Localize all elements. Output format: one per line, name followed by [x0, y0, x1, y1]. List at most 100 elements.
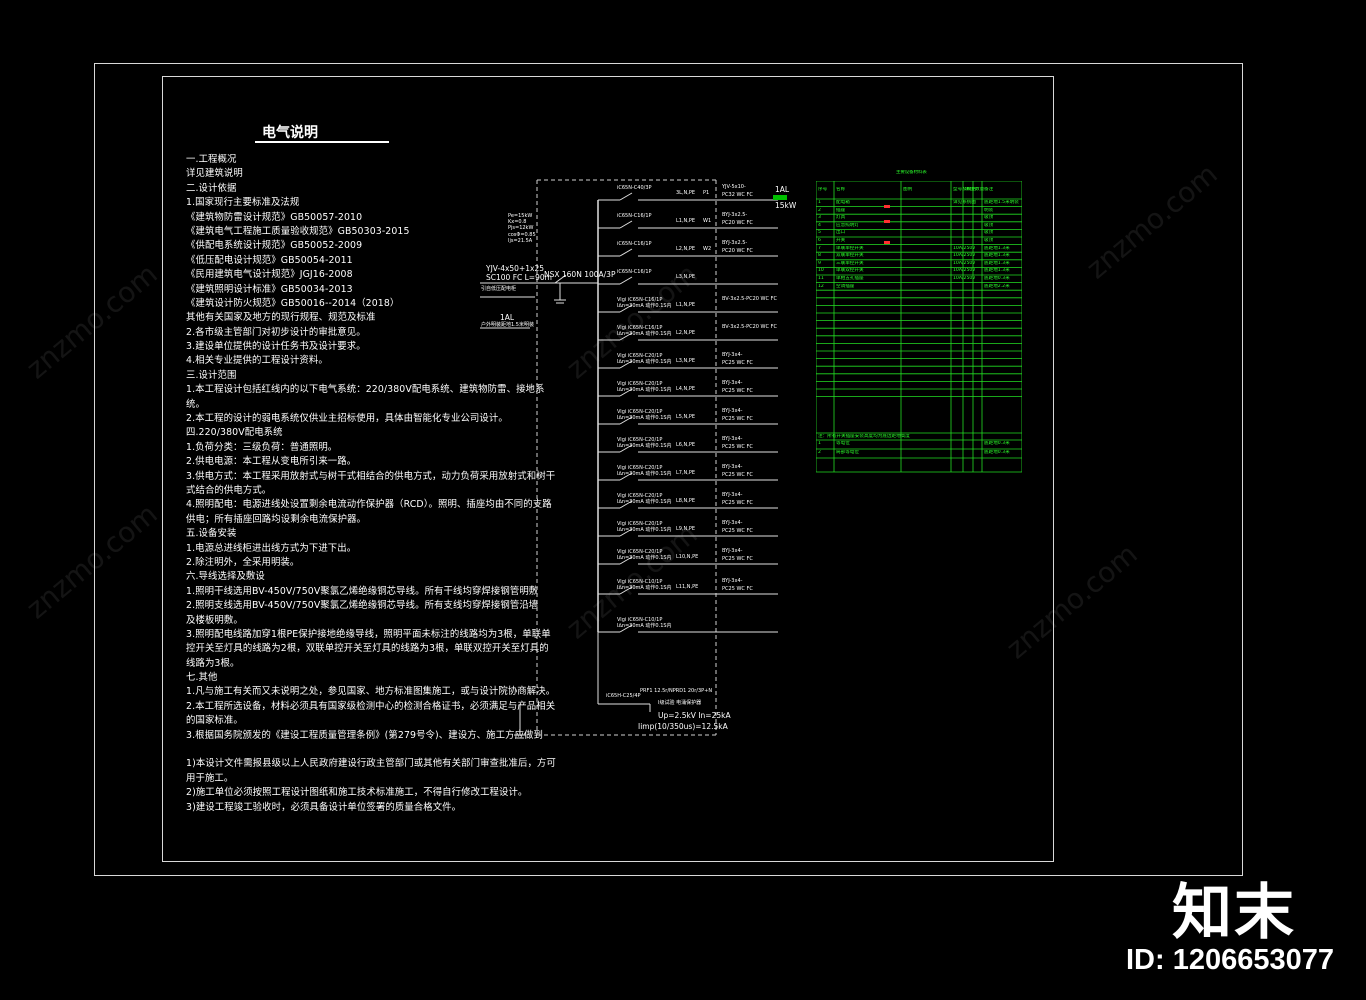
branch-cable-label: BYJ-3x4- — [722, 436, 743, 442]
outgoing-power-label: 15kW — [775, 201, 797, 210]
branch-phase-label: 3L,N,PE — [676, 190, 696, 196]
table-cell: 1 — [818, 200, 821, 205]
table-cell: 底距地2.2米 — [984, 283, 1010, 289]
table-header-cell: 序号 — [818, 187, 828, 192]
branch-phase-label: L8,N,PE — [676, 498, 696, 504]
brand-id: ID: 1206653077 — [1126, 944, 1334, 976]
outgoing-panel-label: 1AL — [775, 185, 790, 194]
table-header-cell: 图例 — [903, 187, 913, 192]
branch-circuit-label: W1 — [703, 218, 712, 224]
incoming-source-label: 引自低压配电柜 — [481, 286, 517, 292]
branch-cable-label: BV-3x2.5-PC20 WC FC — [722, 324, 777, 330]
table-footer-cell: 底距地0.3米 — [984, 450, 1010, 455]
branch-phase-label: L9,N,PE — [676, 526, 696, 532]
panel-note-label: 户外明装距地1.5米明装 — [481, 322, 534, 328]
table-cell: 出口 — [836, 230, 846, 236]
table-footer-cell: 等电位 — [836, 441, 850, 446]
branch-cable-label: BYJ-3x4- — [722, 352, 743, 358]
branch-breaker-label: iC65N-C16/1P — [617, 269, 652, 275]
incoming-conduit-label: SC100 FC L=90m — [486, 273, 552, 282]
branch-rcd-label: I∆n=30mA 动作0.1S内 — [617, 555, 672, 561]
branch-rcd-label: I∆n=30mA 动作0.1S内 — [617, 443, 672, 449]
table-cell: 灯具 — [836, 215, 846, 221]
branch-phase-label: L2,N,PE — [676, 330, 696, 336]
table-cell: 空调插座 — [836, 283, 855, 289]
table-cell: 底距地1.3米 — [984, 253, 1010, 259]
table-cell: 底距地1.3米 — [984, 268, 1010, 274]
branch-phase-label: L10,N,PE — [676, 554, 699, 560]
table-cell: 底距地1.3米 — [984, 260, 1010, 266]
table-cell: 6 — [818, 238, 821, 243]
table-cell: 配电箱 — [836, 200, 850, 205]
table-cell: 7 — [818, 245, 821, 251]
branch-phase-label: L5,N,PE — [676, 414, 696, 420]
table-cell: 底距地1.3米 — [984, 245, 1010, 251]
table-cell: 应急照明灯 — [836, 222, 859, 228]
table-footer-note: 注：所有开关插座安装高度均为底边距地高度 — [818, 434, 910, 439]
table-footer-cell: 1 — [818, 441, 821, 446]
branch-breaker-label: iC65N-C16/1P — [617, 213, 652, 219]
table-cell: 10A/250V — [953, 276, 976, 281]
table-cell: 10A/250V — [953, 245, 976, 251]
branch-phase-label: L3,N,PE — [676, 358, 696, 364]
table-cell: 吸顶 — [984, 222, 994, 228]
branch-cable-label: BYJ-3x4- — [722, 578, 743, 584]
branch-cable-label: BYJ-3x4- — [722, 492, 743, 498]
load-parameter: Kx=0.8 — [508, 219, 527, 226]
table-cell: 10A/250V — [953, 253, 976, 259]
spd-iimp-label: Iimp(10/350us)=12.5kA — [638, 722, 728, 731]
table-cell: 12 — [818, 283, 824, 289]
table-header-cell: 备注 — [984, 187, 994, 192]
spd-note-label: I级试验 电涌保护器 — [658, 700, 702, 706]
branch-phase-label: L6,N,PE — [676, 442, 696, 448]
branch-phase-label: L3,N,PE — [676, 274, 696, 280]
table-cell: 3 — [818, 215, 821, 221]
branch-phase-label: L7,N,PE — [676, 470, 696, 476]
branch-cable-label: BYJ-3x4- — [722, 520, 743, 526]
branch-rcd-label: I∆n=30mA 动作0.1S内 — [617, 331, 672, 337]
branch-rcd-label: I∆n=30mA 动作0.1S内 — [617, 415, 672, 421]
branch-conduit-label: PC25 WC FC — [722, 500, 753, 506]
branch-rcd-label: I∆n=30mA 动作0.1S内 — [617, 471, 672, 477]
table-cell: 8 — [818, 253, 821, 259]
table-header-cell: 数量 — [975, 187, 985, 192]
branch-cable-label: BYJ-3x4- — [722, 548, 743, 554]
table-cell: 插座 — [836, 207, 846, 213]
branch-conduit-label: PC20 WC FC — [722, 248, 753, 254]
equipment-table-title: 主要设备材料表 — [896, 170, 927, 175]
branch-rcd-label: I∆n=30mA 动作0.1S内 — [617, 359, 672, 365]
branch-rcd-label: I∆n=30mA 动作0.1S内 — [617, 387, 672, 393]
branch-rcd-label: I∆n=30mA 动作0.1S内 — [617, 585, 672, 591]
table-cell: 单联双控开关 — [836, 268, 864, 274]
panel-name-label: 1AL — [500, 313, 515, 322]
legend-symbol-icon — [884, 241, 890, 244]
table-header-cell: 单位 — [965, 187, 975, 192]
branch-cable-label: YJV-5x10- — [722, 184, 746, 190]
branch-cable-label: BYJ-3x4- — [722, 408, 743, 414]
table-cell: 单相五孔插座 — [836, 276, 864, 281]
branch-phase-label: L4,N,PE — [676, 386, 696, 392]
branch-cable-label: BYJ-3x4- — [722, 464, 743, 470]
branch-cable-label: BYJ-3x2.5- — [722, 212, 748, 218]
branch-phase-label: L1,N,PE — [676, 302, 696, 308]
branch-conduit-label: PC25 WC FC — [722, 472, 753, 478]
branch-phase-label: L11,N,PE — [676, 584, 699, 590]
brand-logo: 知末 — [1172, 878, 1296, 948]
branch-breaker-contact — [619, 248, 633, 257]
table-cell: 5 — [818, 230, 821, 236]
branch-cable-label: BYJ-3x2.5- — [722, 240, 748, 246]
table-cell: 单联单控开关 — [836, 245, 864, 251]
load-parameter: cosΦ=0.85 — [508, 231, 536, 238]
table-cell: 10 — [818, 268, 824, 274]
branch-breaker-label: iC65N-C40/3P — [617, 185, 652, 191]
branch-breaker-label: iC65N-C16/1P — [617, 241, 652, 247]
branch-breaker-contact — [619, 220, 633, 229]
legend-symbol-icon — [884, 220, 890, 223]
table-header-cell: 名称 — [836, 187, 846, 192]
branch-phase-label: L1,N,PE — [676, 218, 696, 224]
load-parameter: Ijs=21.5A — [508, 237, 533, 244]
branch-breaker-contact — [619, 192, 633, 201]
table-cell: 11 — [818, 276, 824, 281]
branch-circuit-label: P1 — [703, 190, 710, 196]
branch-cable-label: BYJ-3x4- — [722, 380, 743, 386]
